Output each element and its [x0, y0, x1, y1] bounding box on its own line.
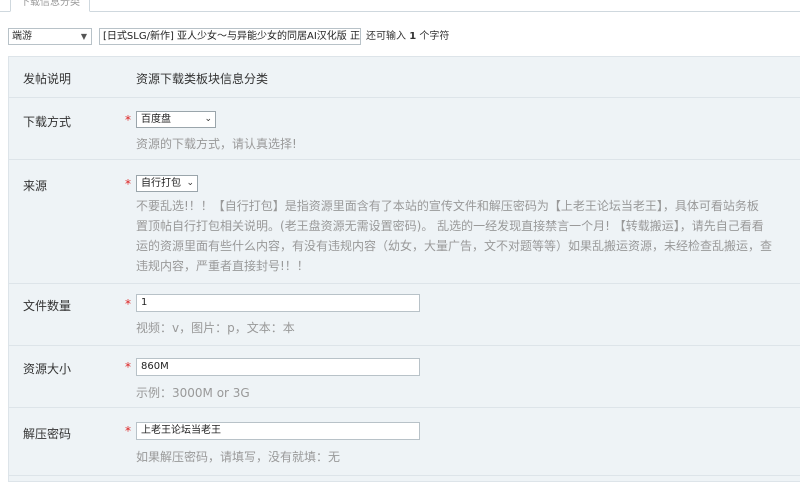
resource-size-input[interactable]: 860M	[136, 358, 420, 376]
resource-size-label: 资源大小	[23, 362, 72, 376]
required-star: *	[125, 177, 131, 191]
download-method-label: 下载方式	[23, 115, 72, 129]
required-star: *	[125, 360, 131, 374]
required-star: *	[125, 424, 131, 438]
source-label: 来源	[23, 179, 48, 193]
unzip-password-label: 解压密码	[23, 427, 72, 441]
source-hint-line: 置顶帖自行打包相关说明。(老王盘资源无需设置密码)。 乱选的一经发现直接禁言一个…	[136, 219, 764, 233]
post-info-label: 发帖说明	[23, 72, 72, 86]
required-star: *	[125, 113, 131, 127]
source-hint-line: 不要乱选!！！【自行打包】是指资源里面含有了本站的宣传文件和解压密码为【上老王论…	[136, 199, 759, 213]
tab-bar: 下载信息分类	[0, 0, 800, 12]
chevron-down-icon: ⌄	[186, 178, 194, 188]
source-select[interactable]: 自行打包 ⌄	[136, 175, 198, 192]
title-row: 端游 ▼ [日式SLG/新作] 亚人少女～与异能少女的同居AI汉化版 正 还可输…	[8, 28, 800, 46]
char-remaining: 还可输入 1 个字符	[366, 28, 449, 45]
source-value: 自行打包	[141, 178, 181, 189]
char-remaining-prefix: 还可输入	[366, 31, 406, 42]
unzip-password-hint: 如果解压密码，请填写，没有就填：无	[136, 450, 341, 464]
resource-size-hint: 示例：3000M or 3G	[136, 386, 250, 400]
row-file-count: 文件数量 * 1 视频：v，图片：p，文本：本	[9, 284, 800, 346]
download-method-value: 百度盘	[141, 114, 171, 125]
title-input[interactable]: [日式SLG/新作] 亚人少女～与异能少女的同居AI汉化版 正	[99, 28, 361, 45]
required-star: *	[125, 297, 131, 311]
chevron-down-icon: ▼	[80, 32, 87, 41]
file-count-hint: 视频：v，图片：p，文本：本	[136, 321, 295, 335]
row-post-info: 发帖说明 资源下载类板块信息分类	[9, 57, 800, 98]
row-source: 来源 * 自行打包 ⌄ 不要乱选!！！【自行打包】是指资源里面含有了本站的宣传文…	[9, 160, 800, 284]
char-remaining-suffix: 个字符	[419, 31, 450, 42]
row-resource-size: 资源大小 * 860M 示例：3000M or 3G	[9, 346, 800, 408]
file-count-input[interactable]: 1	[136, 294, 420, 312]
form-panel: 发帖说明 资源下载类板块信息分类 下载方式 * 百度盘 ⌄ 资源的下载方式，请认…	[8, 56, 800, 482]
source-hint-line: 运的资源里面有些什么内容，有没有违规内容（幼女，大量广告，文不对题等等）如果乱搬…	[136, 239, 773, 253]
post-info-value: 资源下载类板块信息分类	[136, 72, 269, 86]
row-unzip-password: 解压密码 * 上老王论坛当老王 如果解压密码，请填写，没有就填：无	[9, 408, 800, 476]
source-hint-line: 违规内容，严重者直接封号!！！	[136, 259, 309, 273]
category-select-value: 端游	[12, 31, 32, 42]
char-remaining-count: 1	[409, 31, 417, 42]
row-download-method: 下载方式 * 百度盘 ⌄ 资源的下载方式，请认真选择!	[9, 98, 800, 160]
download-method-hint: 资源的下载方式，请认真选择!	[136, 137, 297, 151]
source-hint: 不要乱选!！！【自行打包】是指资源里面含有了本站的宣传文件和解压密码为【上老王论…	[136, 196, 800, 276]
category-select[interactable]: 端游 ▼	[8, 28, 92, 45]
tab-download-info[interactable]: 下载信息分类	[10, 0, 90, 12]
chevron-down-icon: ⌄	[204, 114, 212, 124]
download-method-select[interactable]: 百度盘 ⌄	[136, 111, 216, 128]
file-count-label: 文件数量	[23, 299, 72, 313]
unzip-password-input[interactable]: 上老王论坛当老王	[136, 422, 420, 440]
